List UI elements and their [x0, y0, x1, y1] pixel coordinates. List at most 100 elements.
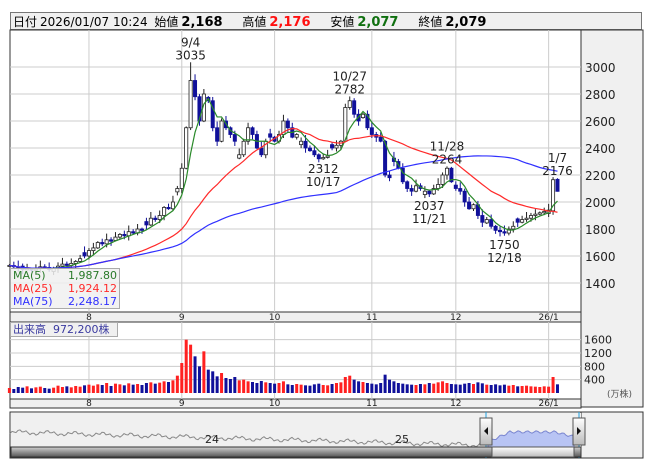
volume-tick-label: 800 [584, 360, 605, 373]
navigator-year-label: 25 [395, 433, 409, 446]
volume-bar [162, 381, 166, 393]
candle-body [219, 120, 224, 142]
volume-bar [237, 380, 241, 393]
candle-body [131, 231, 136, 234]
candle-body [542, 211, 547, 214]
candle-body [537, 212, 542, 215]
volume-bar [445, 383, 449, 393]
volume-bar [365, 383, 369, 393]
candle-body [312, 150, 317, 156]
volume-bar [69, 387, 73, 393]
price-tick-label: 2800 [585, 88, 616, 102]
price-tick-label: 2200 [585, 169, 616, 183]
candle-body [303, 140, 308, 149]
volume-bar [485, 384, 489, 393]
candle-body [95, 242, 100, 249]
candle-body [60, 263, 65, 267]
volume-bar [197, 366, 201, 393]
volume-bar [339, 382, 343, 393]
month-label: 26/1 [539, 399, 559, 409]
volume-unit-label: (万株) [607, 388, 632, 400]
volume-bar [149, 382, 153, 393]
volume-bar [533, 386, 537, 393]
volume-bar [525, 385, 529, 393]
volume-bar [290, 385, 294, 393]
volume-bar [529, 386, 533, 393]
volume-bar [370, 383, 374, 393]
candle-body [64, 263, 69, 266]
volume-bar [144, 383, 148, 393]
candle-body [360, 113, 365, 119]
candle-body [480, 215, 485, 223]
candle-body [86, 250, 91, 257]
annotation-line1: 9/4 [181, 35, 200, 49]
ma-legend: MA(5) 1,987.80 MA(25) 1,924.12 MA(75) 2,248… [10, 268, 120, 309]
price-tick-label: 2000 [585, 196, 616, 210]
candle-body [175, 188, 180, 193]
navigator-side [580, 411, 644, 459]
volume-bar [352, 379, 356, 393]
volume-bar [476, 382, 480, 393]
volume-bar [361, 382, 365, 393]
volume-bar [25, 386, 29, 393]
volume-bar [268, 383, 272, 393]
candle-body [489, 219, 494, 227]
volume-bar [299, 384, 303, 393]
candle-body [166, 206, 171, 210]
candle-body [515, 218, 520, 223]
month-label: 11 [366, 313, 377, 323]
volume-bar [454, 384, 458, 393]
month-label: 26/1 [539, 313, 559, 323]
candle-body [78, 258, 83, 262]
volume-bar [171, 380, 175, 393]
volume-bar [317, 383, 321, 393]
candle-body [484, 219, 489, 224]
candle-body [387, 174, 392, 179]
price-tick-label: 3000 [585, 61, 616, 75]
price-tick-label: 2600 [585, 115, 616, 129]
annotation-line2: 10/17 [306, 175, 341, 189]
candle-body [325, 155, 330, 158]
candle-body [458, 188, 463, 192]
volume-bar [343, 377, 347, 393]
candle-body [139, 228, 144, 231]
candle-body [246, 127, 251, 142]
month-label: 12 [450, 399, 461, 409]
volume-bar [175, 375, 179, 393]
volume-bar [189, 344, 193, 393]
candle-body [232, 134, 237, 142]
volume-bar [233, 377, 237, 393]
navigator-scroll-thumb[interactable] [491, 446, 575, 458]
volume-bar [215, 376, 219, 393]
volume-bar [122, 385, 126, 393]
volume-bar [427, 383, 431, 393]
ma5-row: MA(5) 1,987.80 [11, 269, 119, 282]
candle-body [104, 239, 109, 245]
ma5-value: 1,987.80 [68, 269, 117, 282]
date-axis-top [9, 311, 582, 323]
volume-bar [304, 385, 308, 393]
volume-bar [423, 384, 427, 393]
stock-chart[interactable]: 1400160018002000220024002600280030004008… [0, 0, 653, 470]
volume-bar [472, 384, 475, 393]
volume-bar [264, 382, 268, 393]
candle-body [170, 201, 175, 210]
volume-bar [321, 385, 325, 393]
volume-bar [78, 386, 82, 393]
candle-body [378, 136, 383, 142]
candle-body [109, 239, 114, 242]
candle-body [369, 127, 374, 135]
volume-bar [436, 382, 440, 393]
volume-bar [555, 384, 559, 393]
volume-bar [109, 386, 113, 393]
annotation-line2: 12/18 [487, 251, 522, 265]
candle-body [299, 140, 304, 146]
volume-bar [480, 383, 484, 393]
price-tick-label: 1400 [585, 277, 616, 291]
volume-bar [87, 384, 91, 393]
annotation-line2: 2176 [542, 164, 573, 178]
volume-bar [383, 374, 387, 393]
candle-body [215, 127, 220, 142]
ma25-value: 1,924.12 [68, 282, 117, 295]
candle-body [91, 247, 96, 251]
